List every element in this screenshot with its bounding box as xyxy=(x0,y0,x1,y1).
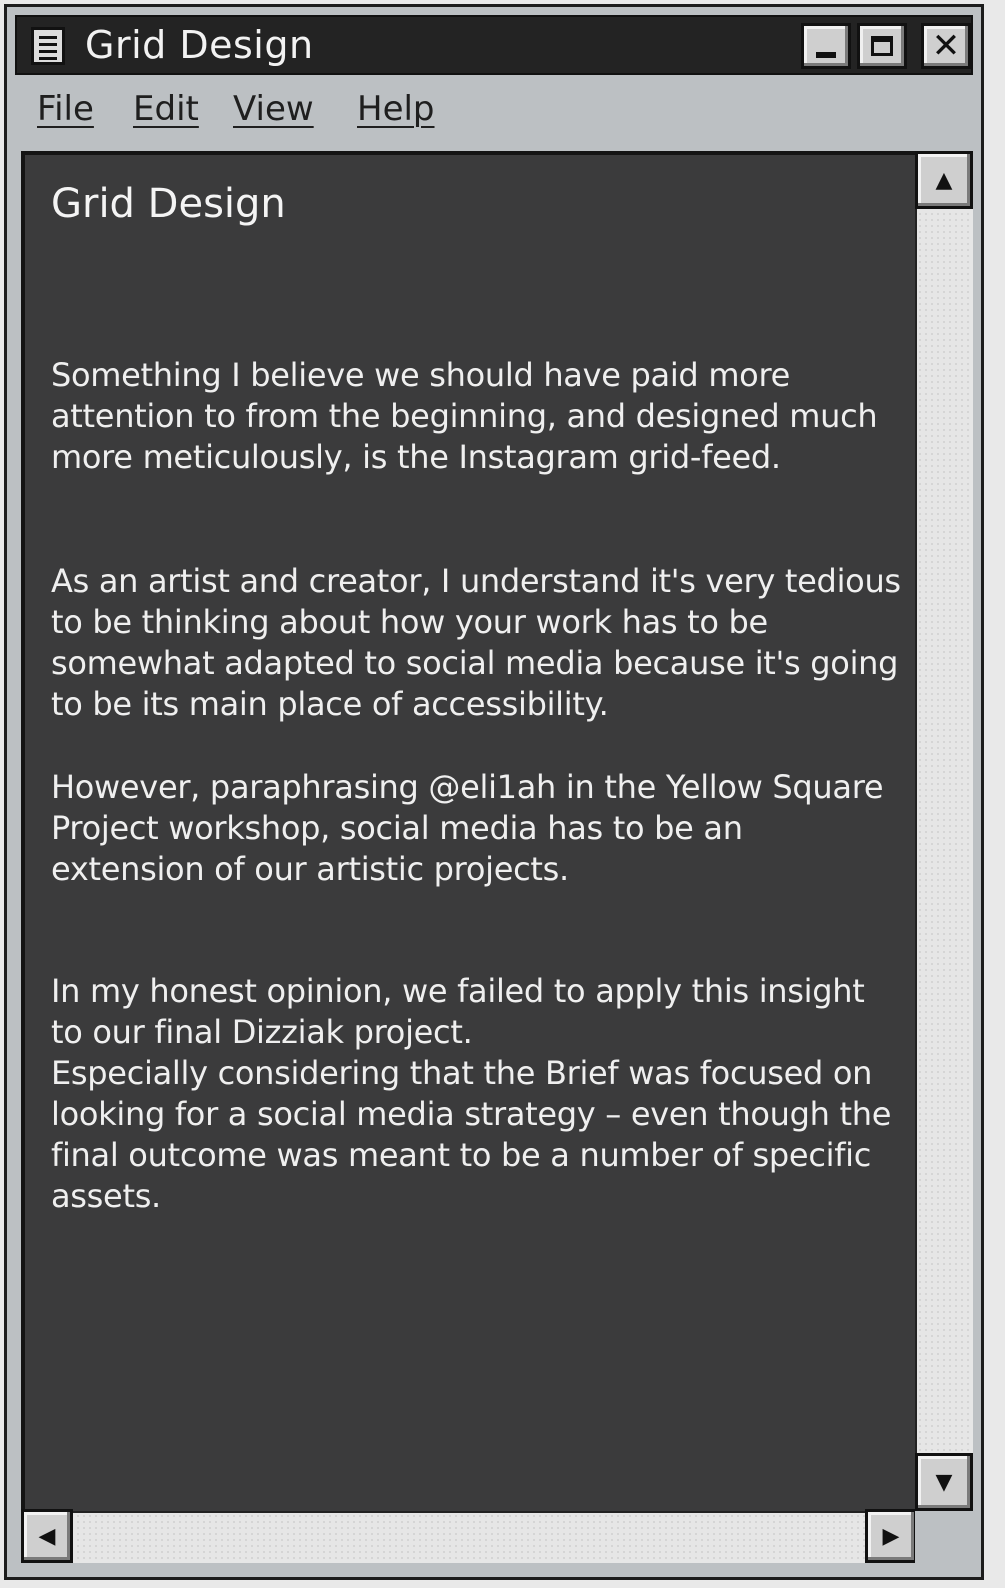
scroll-right-button[interactable]: ▶ xyxy=(865,1509,917,1563)
title-bar[interactable]: Grid Design ✕ xyxy=(15,15,973,75)
menu-file[interactable]: File xyxy=(37,89,94,129)
menu-edit[interactable]: Edit xyxy=(133,89,199,129)
arrow-up-icon: ▲ xyxy=(935,167,953,193)
vertical-scrollbar-track[interactable] xyxy=(915,151,973,1511)
minimize-button[interactable] xyxy=(801,23,851,69)
scroll-left-button[interactable]: ◀ xyxy=(21,1509,73,1563)
close-icon: ✕ xyxy=(931,26,961,66)
arrow-left-icon: ◀ xyxy=(38,1523,56,1549)
scroll-down-button[interactable]: ▼ xyxy=(915,1453,973,1511)
menu-view[interactable]: View xyxy=(233,89,314,129)
paragraph-3: However, paraphrasing @eli1ah in the Yel… xyxy=(51,768,884,888)
menu-help[interactable]: Help xyxy=(357,89,435,129)
scroll-up-button[interactable]: ▲ xyxy=(915,151,973,209)
scrollbar-corner xyxy=(915,1511,973,1563)
paragraph-1: Something I believe we should have paid … xyxy=(51,356,878,476)
arrow-right-icon: ▶ xyxy=(882,1523,900,1549)
horizontal-scrollbar-track[interactable] xyxy=(21,1511,915,1563)
menu-bar: File Edit View Help xyxy=(15,81,973,139)
minimize-icon xyxy=(816,52,836,58)
notepad-icon[interactable] xyxy=(31,27,65,65)
paragraph-2: As an artist and creator, I understand i… xyxy=(51,562,901,723)
arrow-down-icon: ▼ xyxy=(935,1469,953,1495)
document-title: Grid Design xyxy=(51,181,286,227)
maximize-button[interactable] xyxy=(857,23,907,69)
maximize-icon xyxy=(871,36,893,56)
document-area[interactable]: Grid Design Something I believe we shoul… xyxy=(21,151,915,1511)
close-button[interactable]: ✕ xyxy=(921,23,971,69)
paragraph-4: In my honest opinion, we failed to apply… xyxy=(51,972,892,1215)
window-title: Grid Design xyxy=(85,23,314,67)
app-window: Grid Design ✕ File Edit View Help Grid D… xyxy=(4,4,984,1580)
